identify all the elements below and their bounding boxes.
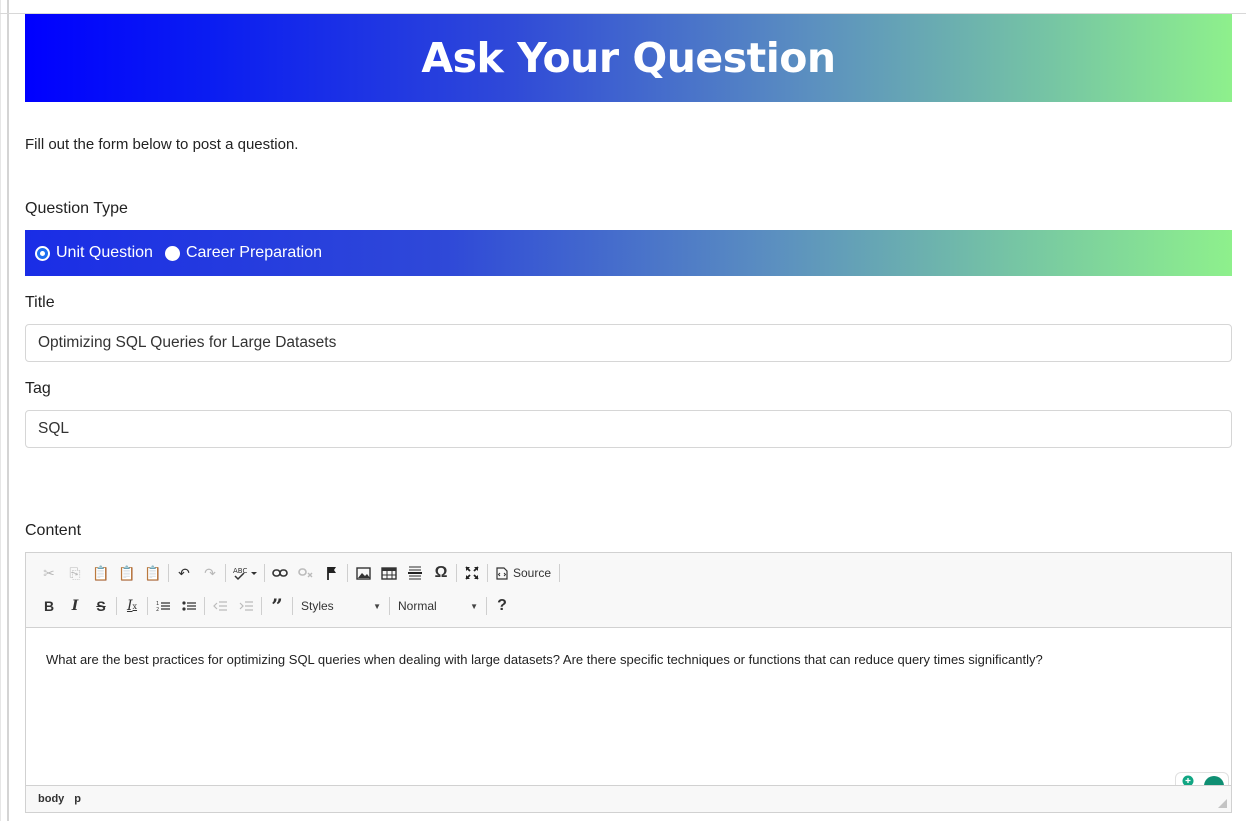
bold-icon[interactable]: B (36, 594, 62, 618)
toolbar-separator (292, 597, 293, 615)
link-icon[interactable] (267, 561, 293, 585)
toolbar-separator (559, 564, 561, 582)
editor-toolbar: ✂ ⎘ 📋 📋 📋 ↶ ↷ ABC Ω Source B I S I x 1 2… (26, 553, 1231, 628)
radio-unit-question-label: Unit Question (56, 244, 153, 261)
toolbar-separator (204, 597, 205, 615)
paste-from-word-icon[interactable]: 📋 (140, 561, 166, 585)
toolbar-separator (116, 597, 117, 615)
strikethrough-icon[interactable]: S (88, 594, 114, 618)
page-title: Ask Your Question (421, 34, 836, 82)
toolbar-separator (147, 597, 148, 615)
source-button[interactable]: Source (490, 561, 557, 585)
toolbar-separator (261, 597, 262, 615)
toolbar-row-1: ✂ ⎘ 📋 📋 📋 ↶ ↷ ABC Ω Source (36, 560, 562, 586)
numbered-list-icon[interactable]: 12 (150, 594, 176, 618)
toolbar-separator (487, 564, 488, 582)
question-type-radio-group: Unit Question Career Preparation (25, 230, 1232, 276)
toolbar-separator (456, 564, 457, 582)
bulleted-list-icon[interactable] (176, 594, 202, 618)
path-body[interactable]: body (38, 793, 64, 805)
source-label: Source (513, 566, 552, 580)
paste-icon[interactable]: 📋 (88, 561, 114, 585)
editor-body-text: What are the best practices for optimizi… (46, 652, 1043, 667)
chevron-down-icon: ▼ (373, 601, 381, 611)
cut-icon[interactable]: ✂ (36, 561, 62, 585)
help-button[interactable]: ? (489, 594, 515, 618)
radio-unit-question[interactable]: Unit Question (35, 244, 153, 262)
page-header-banner: Ask Your Question (25, 14, 1232, 102)
toolbar-row-2: B I S Ix 12 ” Styles ▼ Normal ▼ ? (36, 593, 515, 619)
format-label: Normal (398, 599, 437, 613)
format-dropdown[interactable]: Normal ▼ (392, 594, 484, 618)
radio-checked-icon[interactable] (35, 245, 50, 261)
intro-text: Fill out the form below to post a questi… (25, 136, 299, 153)
resize-handle-icon[interactable] (1218, 799, 1227, 808)
toolbar-separator (264, 564, 265, 582)
copy-icon[interactable]: ⎘ (62, 561, 88, 585)
svg-text:2: 2 (156, 607, 159, 612)
toolbar-separator (389, 597, 390, 615)
toolbar-separator (347, 564, 348, 582)
source-icon (496, 566, 508, 580)
title-input[interactable] (25, 324, 1232, 362)
remove-format-icon[interactable]: Ix (119, 594, 145, 618)
undo-icon[interactable]: ↶ (171, 561, 197, 585)
tag-input[interactable] (25, 410, 1232, 448)
toolbar-separator (486, 597, 487, 615)
page-edge (0, 0, 1, 821)
horizontal-line-icon[interactable] (402, 561, 428, 585)
chevron-down-icon: ▼ (470, 601, 478, 611)
unlink-icon[interactable] (293, 561, 319, 585)
italic-icon[interactable]: I (62, 594, 88, 618)
maximize-icon[interactable] (459, 561, 485, 585)
spellcheck-icon[interactable]: ABC (228, 561, 262, 585)
svg-text:ABC: ABC (233, 567, 247, 575)
increase-indent-icon[interactable] (233, 594, 259, 618)
question-type-label: Question Type (25, 200, 128, 217)
radio-career-preparation[interactable]: Career Preparation (164, 244, 323, 262)
paste-text-icon[interactable]: 📋 (114, 561, 140, 585)
title-label: Title (25, 294, 55, 311)
image-icon[interactable] (350, 561, 376, 585)
tag-label: Tag (25, 380, 51, 397)
radio-career-preparation-label: Career Preparation (185, 244, 323, 261)
redo-icon[interactable]: ↷ (197, 561, 223, 585)
radio-unchecked-icon[interactable] (164, 245, 180, 261)
editor-element-path: body p (26, 785, 1231, 812)
path-p[interactable]: p (74, 793, 81, 805)
rich-text-editor: ✂ ⎘ 📋 📋 📋 ↶ ↷ ABC Ω Source B I S I x 1 2… (25, 552, 1232, 813)
blockquote-icon[interactable]: ” (264, 594, 290, 618)
decrease-indent-icon[interactable] (207, 594, 233, 618)
content-label: Content (25, 522, 82, 539)
editor-content-area[interactable]: What are the best practices for optimizi… (26, 628, 1231, 806)
styles-label: Styles (301, 599, 334, 613)
toolbar-separator (168, 564, 169, 582)
toolbar-separator (225, 564, 226, 582)
table-icon[interactable] (376, 561, 402, 585)
special-char-omega-icon[interactable]: Ω (428, 561, 454, 585)
left-divider (7, 0, 9, 821)
anchor-flag-icon[interactable] (319, 561, 345, 585)
styles-dropdown[interactable]: Styles ▼ (295, 594, 387, 618)
